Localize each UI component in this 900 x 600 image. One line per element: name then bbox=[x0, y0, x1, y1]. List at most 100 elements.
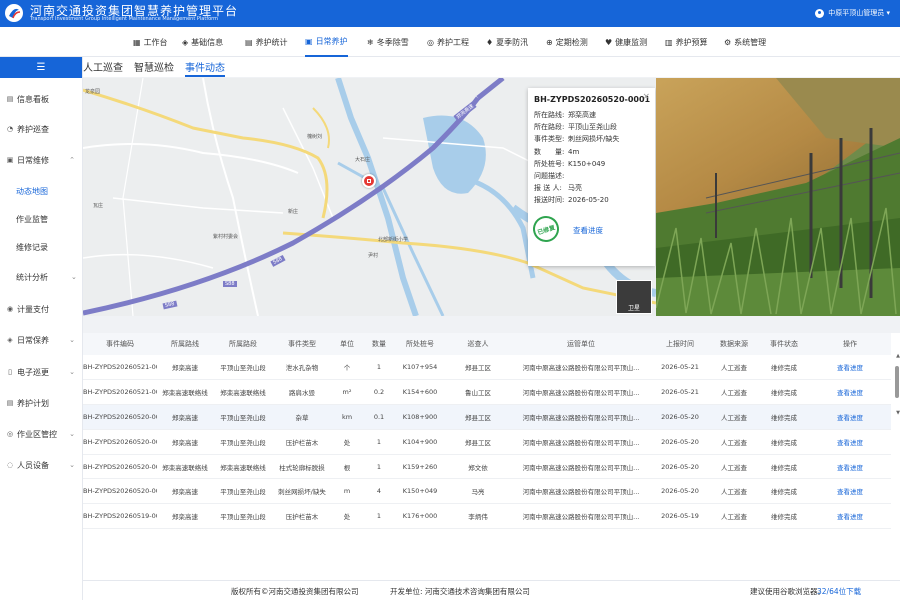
table-row[interactable]: BH-ZYPDS20260519-0001郑栾高速平顶山至尧山段压护栏苗木处1K… bbox=[83, 503, 891, 530]
main-nav: ▦ 工作台 ◈ 基础信息 ▤ 养护统计 ▣ 日常养护 ❄ 冬季除雪 ◎ 养护工程 ♦ 夏季防汛… bbox=[0, 27, 900, 57]
popup-row: 所在路线: 郑栾高速 bbox=[534, 109, 649, 121]
table-cell: 平顶山至尧山段 bbox=[213, 355, 273, 381]
table-cell: K150+049 bbox=[395, 478, 445, 505]
satellite-label: 卫星 bbox=[627, 305, 640, 312]
table-cell: 郑栾高速联络线 bbox=[157, 454, 213, 480]
view-progress-link[interactable]: 查看进度 bbox=[809, 454, 891, 480]
map-place-label: 紫村村委会 bbox=[213, 234, 239, 240]
table-row[interactable]: BH-ZYPDS20260520-0004郑栾高速平顶山至尧山段杂草km0.1K… bbox=[83, 404, 891, 430]
sidebar-item-e-patrol[interactable]: ▯ 电子巡更 ⌄ bbox=[0, 361, 83, 383]
nav-health-monitor[interactable]: ♥ 健康监测 bbox=[605, 27, 647, 57]
nav-summer-flood[interactable]: ♦ 夏季防汛 bbox=[486, 27, 528, 57]
view-progress-link[interactable]: 查看进度 bbox=[809, 404, 891, 430]
sidebar-item-personnel[interactable]: ◌ 人员设备 ⌄ bbox=[0, 454, 83, 476]
table-cell: 维修完成 bbox=[759, 503, 809, 530]
table-cell: 河南中原高速公路股份有限公司平顶山... bbox=[511, 503, 651, 530]
sidebar: ☰ ▤ 信息看板 ◔ 养护巡查 ▣ 日常维修 ⌃ 动态地图 作业监管 维修记录 统计分析… bbox=[0, 57, 83, 600]
payment-icon: ◉ bbox=[6, 305, 14, 313]
tab-manual-patrol[interactable]: 人工巡查 bbox=[83, 59, 123, 77]
sidebar-item-label: 作业区管控 bbox=[17, 429, 57, 439]
sidebar-item-daily-repair[interactable]: ▣ 日常维修 ⌃ bbox=[0, 149, 83, 171]
table-cell: 平顶山至尧山段 bbox=[213, 404, 273, 430]
table-cell: K107+954 bbox=[395, 355, 445, 381]
nav-workbench[interactable]: ▦ 工作台 bbox=[133, 27, 168, 57]
sidebar-sub-dynamic-map[interactable]: 动态地图 bbox=[0, 180, 83, 202]
nav-periodic-inspection[interactable]: ⊕ 定期检测 bbox=[546, 27, 588, 57]
nav-maintenance-stats[interactable]: ▤ 养护统计 bbox=[245, 27, 288, 57]
table-cell: 根 bbox=[331, 454, 363, 480]
table-row[interactable]: BH-ZYPDS20260521-0001郑栾高速联络线郑栾高速联络线路肩水毁m… bbox=[83, 379, 891, 406]
tab-event-dynamics[interactable]: 事件动态 bbox=[185, 59, 225, 77]
nav-label: 日常养护 bbox=[315, 36, 348, 46]
sidebar-toggle[interactable]: ☰ bbox=[0, 57, 82, 78]
table-cell: 人工巡查 bbox=[709, 454, 759, 480]
nav-basic-info[interactable]: ◈ 基础信息 bbox=[182, 27, 223, 57]
nav-budget[interactable]: ▥ 养护预算 bbox=[665, 27, 708, 57]
sidebar-item-label: 日常维修 bbox=[17, 155, 49, 165]
table-cell: m bbox=[331, 478, 363, 505]
table-cell: 维修完成 bbox=[759, 355, 809, 381]
footer-browser-tip: 建议使用谷歌浏览器。 bbox=[750, 587, 825, 596]
table-cell: 郑栾高速联络线 bbox=[213, 379, 273, 406]
nav-daily-maintenance[interactable]: ▣ 日常养护 bbox=[305, 27, 348, 57]
satellite-toggle[interactable]: 卫星 bbox=[616, 280, 652, 314]
view-progress-link[interactable]: 查看进度 bbox=[809, 429, 891, 455]
sidebar-sub-work-supervision[interactable]: 作业监管 bbox=[0, 208, 83, 230]
user-menu[interactable]: 中原平顶山管理员 ▾ bbox=[815, 8, 890, 18]
table-scrollbar[interactable] bbox=[895, 366, 899, 398]
table-row[interactable]: BH-ZYPDS20260520-0003郑栾高速平顶山至尧山段压护栏苗木处1K… bbox=[83, 429, 891, 455]
table-row[interactable]: BH-ZYPDS20260520-0002郑栾高速联络线郑栾高速联络线柱式轮廓标… bbox=[83, 454, 891, 480]
scroll-up-icon[interactable]: ▲ bbox=[896, 353, 900, 359]
chevron-up-icon: ⌃ bbox=[69, 156, 75, 164]
sidebar-item-daily-care[interactable]: ◈ 日常保养 ⌄ bbox=[0, 329, 83, 351]
sidebar-item-dashboard[interactable]: ▤ 信息看板 bbox=[0, 88, 83, 110]
map-place-label: 尹村 bbox=[368, 253, 379, 259]
table-row[interactable]: BH-ZYPDS20260520-0001郑栾高速平顶山至尧山段刺丝网损坏/缺失… bbox=[83, 478, 891, 505]
table-cell: 维修完成 bbox=[759, 379, 809, 406]
menu-icon: ☰ bbox=[36, 62, 46, 73]
popup-row: 报送时间: 2026-05-20 bbox=[534, 194, 649, 206]
view-progress-link[interactable]: 查看进度 bbox=[809, 379, 891, 406]
nav-system[interactable]: ⚙ 系统管理 bbox=[724, 27, 766, 57]
table-row[interactable]: BH-ZYPDS20260521-0002郑栾高速平顶山至尧山段泄水孔杂物个1K… bbox=[83, 355, 891, 381]
nav-label: 工作台 bbox=[143, 37, 168, 47]
table-cell: 4 bbox=[363, 478, 395, 505]
nav-label: 养护统计 bbox=[255, 37, 288, 47]
table-header: 单位 bbox=[331, 333, 363, 355]
browser-download-link[interactable]: 32/64位下载 bbox=[817, 586, 861, 597]
table-cell: 河南中原高速公路股份有限公司平顶山... bbox=[511, 379, 651, 406]
sidebar-sub-repair-record[interactable]: 维修记录 bbox=[0, 236, 83, 258]
table-cell: 2026-05-20 bbox=[651, 404, 709, 430]
table-cell: 泄水孔杂物 bbox=[273, 355, 331, 381]
nav-label: 健康监测 bbox=[615, 37, 648, 47]
popup-value: 马亮 bbox=[568, 184, 582, 193]
table-header: 巡查人 bbox=[445, 333, 511, 355]
close-icon[interactable]: × bbox=[642, 92, 650, 102]
view-progress-link[interactable]: 查看进度 bbox=[573, 225, 603, 236]
table-header: 事件类型 bbox=[273, 333, 331, 355]
nav-label: 基础信息 bbox=[191, 37, 224, 47]
sidebar-item-patrol[interactable]: ◔ 养护巡查 bbox=[0, 118, 83, 140]
nav-winter-snow[interactable]: ❄ 冬季除雪 bbox=[367, 27, 409, 57]
table-header: 所属路线 bbox=[157, 333, 213, 355]
nav-maintenance-project[interactable]: ◎ 养护工程 bbox=[427, 27, 469, 57]
tab-smart-inspection[interactable]: 智慧巡检 bbox=[134, 59, 174, 77]
workbench-icon: ▦ bbox=[133, 37, 141, 47]
sidebar-item-payment[interactable]: ◉ 计量支付 bbox=[0, 298, 83, 320]
table-cell: 郑栾高速 bbox=[157, 429, 213, 455]
inspection-icon: ⊕ bbox=[546, 37, 553, 47]
table-cell: 2026-05-21 bbox=[651, 379, 709, 406]
table-cell: 2026-05-20 bbox=[651, 454, 709, 480]
table-cell: 1 bbox=[363, 503, 395, 530]
sidebar-item-label: 人员设备 bbox=[17, 460, 49, 470]
event-marker-icon[interactable] bbox=[362, 174, 376, 188]
view-progress-link[interactable]: 查看进度 bbox=[809, 478, 891, 505]
sidebar-item-label: 电子巡更 bbox=[17, 367, 49, 377]
scroll-down-icon[interactable]: ▼ bbox=[896, 410, 900, 416]
plan-icon: ▤ bbox=[6, 399, 14, 407]
view-progress-link[interactable]: 查看进度 bbox=[809, 355, 891, 381]
repaired-stamp-icon: 已修复 bbox=[529, 212, 563, 246]
sidebar-item-plan[interactable]: ▤ 养护计划 bbox=[0, 392, 83, 414]
view-progress-link[interactable]: 查看进度 bbox=[809, 503, 891, 530]
sidebar-item-work-zone[interactable]: ◎ 作业区管控 ⌄ bbox=[0, 423, 83, 445]
